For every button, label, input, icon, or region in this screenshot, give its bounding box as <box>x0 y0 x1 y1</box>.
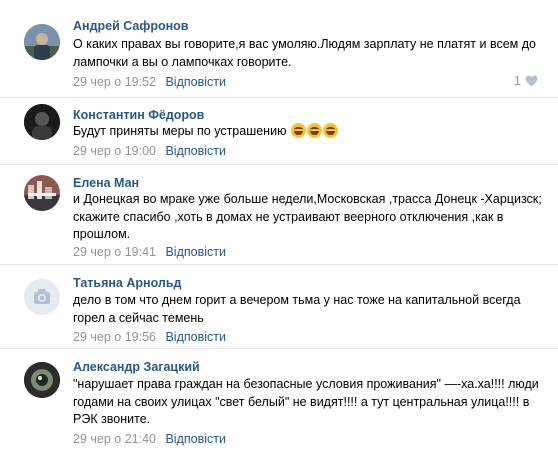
comment-item: Константин Фёдоров Будут приняты меры по… <box>0 98 558 165</box>
avatar[interactable] <box>24 279 60 315</box>
avatar[interactable] <box>24 24 60 60</box>
comments-list: Андрей Сафронов О каких правах вы говори… <box>0 0 558 461</box>
comment-meta: 29 чер о 19:56 Відповісти <box>73 329 226 345</box>
comment-date[interactable]: 29 чер о 21:40 <box>73 432 156 446</box>
comment-meta: 29 чер о 19:00 Відповісти <box>73 143 226 159</box>
dark-person-icon <box>24 104 60 140</box>
laughing-emoji-icon <box>290 123 306 138</box>
like-button[interactable]: 1 <box>514 74 538 88</box>
reply-link[interactable]: Відповісти <box>165 144 226 158</box>
camera-placeholder-icon <box>24 279 60 315</box>
comment-meta: 29 чер о 21:40 Відповісти <box>73 431 226 447</box>
comment-text-row: Будут приняты меры по устрашению <box>73 123 543 141</box>
laughing-emoji-icon <box>322 123 338 138</box>
eye-photo-icon <box>24 362 60 398</box>
reply-link[interactable]: Відповісти <box>165 432 226 446</box>
laughing-emoji-icon <box>306 123 322 138</box>
comment-text: Будут приняты меры по устрашению <box>73 124 287 138</box>
comment-author[interactable]: Татьяна Арнольд <box>73 275 181 291</box>
comment-author[interactable]: Елена Ман <box>73 175 139 191</box>
comment-text: О каких правах вы говорите,я вас умоляю.… <box>73 37 536 69</box>
like-count: 1 <box>514 74 521 88</box>
comment-item: Татьяна Арнольд дело в том что днем гори… <box>0 265 558 349</box>
avatar[interactable] <box>24 175 60 211</box>
comment-date[interactable]: 29 чер о 19:41 <box>73 245 156 259</box>
comment-author[interactable]: Константин Фёдоров <box>73 107 204 123</box>
heart-icon <box>525 75 538 87</box>
comment-date[interactable]: 29 чер о 19:00 <box>73 144 156 158</box>
comment-item: Андрей Сафронов О каких правах вы говори… <box>0 0 558 98</box>
comment-item: Елена Ман и Донецкая во мраке уже больше… <box>0 165 558 265</box>
reply-link[interactable]: Відповісти <box>165 75 226 89</box>
person-photo-icon <box>24 24 60 60</box>
comment-author[interactable]: Александр Загацкий <box>73 359 200 375</box>
comment-date[interactable]: 29 чер о 19:52 <box>73 75 156 89</box>
comment-item: Александр Загацкий "нарушает права гражд… <box>0 349 558 461</box>
comment-text: дело в том что днем горит а вечером тьма… <box>73 293 521 325</box>
comment-meta: 29 чер о 19:41 Відповісти <box>73 244 226 260</box>
reply-link[interactable]: Відповісти <box>165 245 226 259</box>
avatar[interactable] <box>24 362 60 398</box>
comment-meta: 29 чер о 19:52 Відповісти <box>73 74 226 90</box>
comment-date[interactable]: 29 чер о 19:56 <box>73 330 156 344</box>
avatar[interactable] <box>24 104 60 140</box>
reply-link[interactable]: Відповісти <box>165 330 226 344</box>
comment-text: "нарушает права граждан на безопасные ус… <box>73 377 539 426</box>
city-photo-icon <box>24 175 60 211</box>
comment-text: и Донецкая во мраке уже больше недели,Мо… <box>73 192 542 241</box>
comment-author[interactable]: Андрей Сафронов <box>73 18 188 34</box>
